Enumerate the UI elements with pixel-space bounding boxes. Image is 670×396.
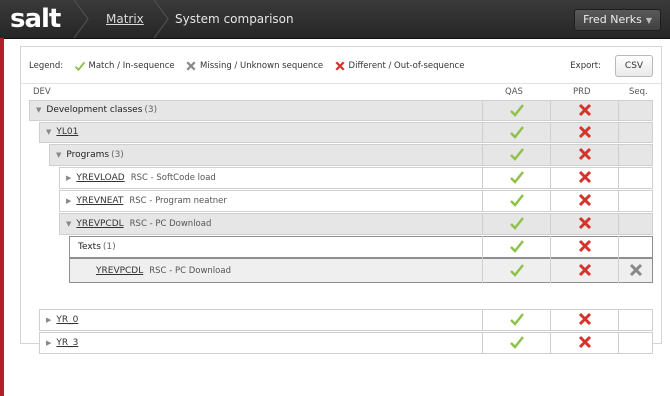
- tree-row-yr-3[interactable]: ▶ YR_3: [39, 332, 653, 354]
- breadcrumb-matrix-link[interactable]: Matrix: [106, 11, 144, 27]
- qas-match-check-icon: [509, 264, 524, 277]
- expanded-triangle-icon[interactable]: ▼: [36, 106, 41, 114]
- collapsed-triangle-icon[interactable]: ▶: [66, 174, 71, 182]
- row-label: Texts: [78, 242, 101, 252]
- column-header-qas: QAS: [505, 87, 523, 97]
- legend-divider: [21, 83, 661, 84]
- tree-row-texts[interactable]: Texts (1): [69, 236, 653, 258]
- qas-match-check-icon: [509, 240, 524, 253]
- prd-different-x-icon: [578, 193, 591, 207]
- qas-match-check-icon: [509, 217, 524, 230]
- user-menu-button[interactable]: Fred Nerks ▼: [574, 9, 661, 31]
- tree-row-development-classes[interactable]: ▼ Development classes (3): [29, 100, 653, 121]
- collapsed-triangle-icon[interactable]: ▶: [46, 339, 51, 347]
- qas-match-check-icon: [509, 336, 524, 349]
- expanded-triangle-icon[interactable]: ▼: [46, 128, 51, 136]
- row-link-yrevneat[interactable]: YREVNEAT: [76, 196, 123, 206]
- missing-x-icon: [186, 60, 196, 71]
- tree-row-yrevpcdl-text[interactable]: YREVPCDL RSC - PC Download: [69, 258, 653, 283]
- prd-different-x-icon: [578, 216, 591, 230]
- prd-different-x-icon: [578, 312, 591, 326]
- prd-different-x-icon: [578, 335, 591, 349]
- expanded-triangle-icon[interactable]: ▼: [56, 151, 61, 159]
- user-name: Fred Nerks: [583, 13, 642, 26]
- qas-match-check-icon: [509, 104, 524, 117]
- legend-missing: Missing / Unknown sequence: [200, 61, 324, 71]
- column-header-prd: PRD: [573, 87, 591, 97]
- row-label: Programs: [66, 150, 110, 160]
- salt-logo[interactable]: salt: [10, 3, 61, 35]
- row-description: RSC - PC Download: [149, 266, 231, 276]
- left-accent-bar: [0, 38, 4, 396]
- row-link-yr-3[interactable]: YR_3: [56, 338, 78, 348]
- comparison-panel: Legend: Match / In-sequence Missing / Un…: [20, 46, 662, 354]
- expanded-triangle-icon[interactable]: ▼: [66, 220, 71, 228]
- top-bar: salt Matrix System comparison Fred Nerks…: [0, 0, 670, 39]
- row-count: (3): [144, 105, 158, 115]
- seq-missing-x-icon: [629, 263, 643, 277]
- tree-row-yrevneat[interactable]: ▶ YREVNEAT RSC - Program neatner: [59, 190, 653, 212]
- page-title: System comparison: [175, 12, 294, 26]
- legend-different: Different / Out-of-sequence: [348, 61, 465, 71]
- tree-row-yrevload[interactable]: ▶ YREVLOAD RSC - SoftCode load: [59, 167, 653, 189]
- row-link-yr-0[interactable]: YR_0: [56, 315, 78, 325]
- breadcrumb-separator-icon: [152, 0, 170, 38]
- prd-different-x-icon: [578, 263, 591, 277]
- collapsed-triangle-icon[interactable]: ▶: [66, 197, 71, 205]
- breadcrumb-separator-icon: [72, 0, 90, 38]
- prd-different-x-icon: [578, 170, 591, 184]
- csv-export-button[interactable]: CSV: [615, 55, 653, 77]
- prd-different-x-icon: [578, 103, 591, 117]
- prd-different-x-icon: [578, 125, 591, 139]
- prd-different-x-icon: [578, 147, 591, 161]
- chevron-down-icon: ▼: [645, 16, 652, 25]
- qas-match-check-icon: [509, 148, 524, 161]
- column-header-seq: Seq.: [629, 87, 648, 97]
- row-link-yrevpcdl[interactable]: YREVPCDL: [76, 219, 123, 229]
- qas-match-check-icon: [509, 171, 524, 184]
- different-x-icon: [335, 60, 345, 71]
- collapsed-triangle-icon[interactable]: ▶: [46, 316, 51, 324]
- row-description: RSC - SoftCode load: [130, 173, 216, 183]
- tree-row-yl01[interactable]: ▼ YL01: [39, 122, 653, 143]
- export-label: Export:: [570, 61, 601, 71]
- legend-title: Legend:: [29, 61, 64, 71]
- tree-row-programs[interactable]: ▼ Programs (3): [49, 144, 653, 166]
- legend: Legend: Match / In-sequence Missing / Un…: [29, 55, 653, 77]
- row-link-yrevpcdl-text[interactable]: YREVPCDL: [96, 266, 143, 276]
- prd-different-x-icon: [578, 239, 591, 253]
- row-count: (1): [102, 242, 116, 252]
- legend-match: Match / In-sequence: [88, 61, 175, 71]
- row-description: RSC - Program neatner: [129, 196, 227, 206]
- row-count: (3): [111, 150, 124, 160]
- row-label: Development classes: [46, 105, 143, 115]
- row-link-yrevload[interactable]: YREVLOAD: [76, 173, 124, 183]
- tree-row-yr-0[interactable]: ▶ YR_0: [39, 309, 653, 331]
- tree-row-yrevpcdl[interactable]: ▼ YREVPCDL RSC - PC Download: [59, 213, 653, 235]
- qas-match-check-icon: [509, 126, 524, 139]
- row-link-yl01[interactable]: YL01: [56, 127, 78, 137]
- check-icon: [74, 61, 86, 71]
- qas-match-check-icon: [509, 194, 524, 207]
- qas-match-check-icon: [509, 313, 524, 326]
- row-description: RSC - PC Download: [129, 219, 212, 229]
- column-header-dev: DEV: [33, 87, 51, 97]
